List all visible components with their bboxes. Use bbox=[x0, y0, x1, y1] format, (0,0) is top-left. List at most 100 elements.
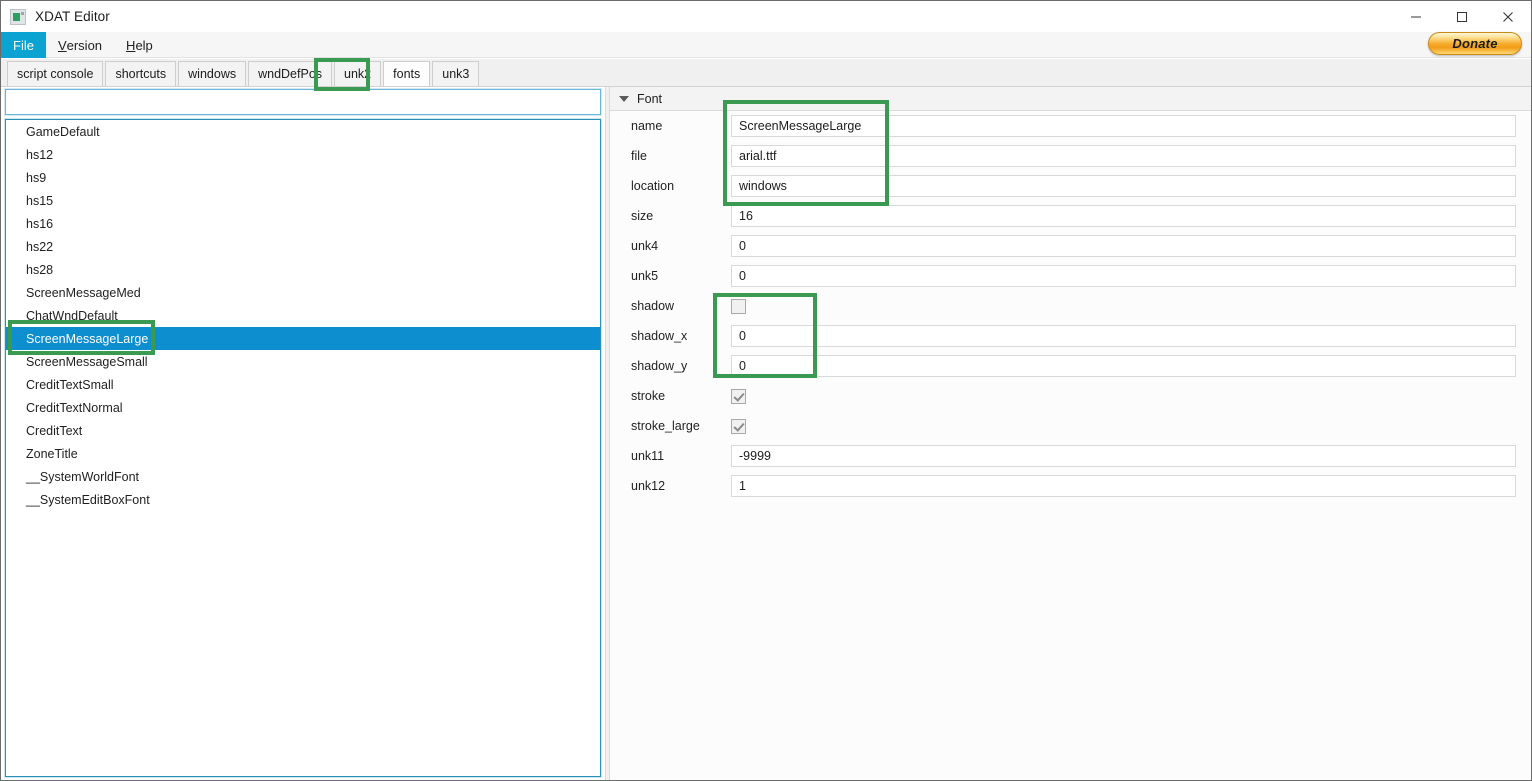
list-item[interactable]: __SystemWorldFont bbox=[6, 465, 600, 488]
font-list[interactable]: GameDefault hs12 hs9 hs15 hs16 hs22 hs28 Screen… bbox=[4, 118, 602, 778]
property-label: shadow bbox=[631, 299, 675, 313]
list-item[interactable]: ScreenMessageLarge bbox=[6, 327, 600, 350]
property-input[interactable]: 16 bbox=[731, 205, 1516, 227]
search-box[interactable] bbox=[4, 88, 602, 116]
window-title: XDAT Editor bbox=[35, 9, 110, 24]
property-row: shadow_x 0 bbox=[610, 321, 1531, 351]
tab-label: unk3 bbox=[442, 67, 470, 81]
search-input[interactable] bbox=[6, 90, 600, 114]
app-icon bbox=[10, 8, 26, 25]
property-group-header[interactable]: Font bbox=[610, 87, 1531, 111]
property-list: name ScreenMessageLarge file arial.ttf locat… bbox=[610, 111, 1531, 780]
list-item-label: CreditTextSmall bbox=[26, 377, 114, 392]
property-value: windows bbox=[739, 179, 787, 193]
property-row: unk11 -9999 bbox=[610, 441, 1531, 471]
property-label: size bbox=[631, 209, 654, 223]
property-row: unk4 0 bbox=[610, 231, 1531, 261]
list-item-label: ChatWndDefault bbox=[26, 308, 118, 323]
property-checkbox[interactable] bbox=[731, 388, 746, 404]
list-item-label: ScreenMessageSmall bbox=[26, 354, 148, 369]
property-value: 1 bbox=[739, 479, 746, 493]
title-bar: XDAT Editor bbox=[1, 1, 1531, 32]
property-value: ScreenMessageLarge bbox=[739, 119, 862, 133]
property-label: file bbox=[631, 149, 647, 163]
property-checkbox[interactable] bbox=[731, 298, 746, 314]
property-label: stroke_large bbox=[631, 419, 700, 433]
list-item[interactable]: CreditText bbox=[6, 419, 600, 442]
list-item[interactable]: hs22 bbox=[6, 235, 600, 258]
list-item-label: hs16 bbox=[26, 216, 54, 231]
list-item-label: ScreenMessageLarge bbox=[26, 331, 149, 346]
property-row: stroke_large bbox=[610, 411, 1531, 441]
list-item[interactable]: ZoneTitle bbox=[6, 442, 600, 465]
tab-strip: script console shortcuts windows wndDefPos u… bbox=[1, 59, 1531, 87]
list-item[interactable]: hs9 bbox=[6, 166, 600, 189]
property-input[interactable]: arial.ttf bbox=[731, 145, 1516, 167]
property-label: unk11 bbox=[631, 449, 665, 463]
tab-shortcuts[interactable]: shortcuts bbox=[105, 61, 177, 86]
list-item-label: CreditText bbox=[26, 423, 83, 438]
list-item-label: ScreenMessageMed bbox=[26, 285, 141, 300]
property-group-title: Font bbox=[637, 91, 663, 106]
property-row: name ScreenMessageLarge bbox=[610, 111, 1531, 141]
list-item[interactable]: ChatWndDefault bbox=[6, 304, 600, 327]
property-checkbox[interactable] bbox=[731, 418, 746, 434]
menu-bar: File Version Help bbox=[1, 32, 1531, 58]
property-value: 0 bbox=[739, 359, 746, 373]
menu-item-help-label: elp bbox=[135, 37, 153, 53]
property-input[interactable]: 0 bbox=[731, 235, 1516, 257]
property-value: 0 bbox=[739, 329, 746, 343]
list-item-label: __SystemEditBoxFont bbox=[26, 492, 150, 507]
property-row: unk5 0 bbox=[610, 261, 1531, 291]
minimize-icon[interactable] bbox=[1393, 1, 1439, 32]
tab-label: unk2 bbox=[344, 67, 372, 81]
tab-fonts[interactable]: fonts bbox=[383, 61, 431, 86]
property-input[interactable]: 0 bbox=[731, 325, 1516, 347]
property-value: 0 bbox=[739, 269, 746, 283]
tab-label: windows bbox=[188, 67, 237, 81]
list-item-label: __SystemWorldFont bbox=[26, 469, 140, 484]
property-input[interactable]: windows bbox=[731, 175, 1516, 197]
tab-label: script console bbox=[17, 67, 94, 81]
menu-item-version-mnemonic: V bbox=[57, 37, 67, 53]
property-label: unk12 bbox=[631, 479, 666, 493]
property-label: shadow_x bbox=[631, 329, 688, 343]
property-input[interactable]: -9999 bbox=[731, 445, 1516, 467]
list-item[interactable]: CreditTextSmall bbox=[6, 373, 600, 396]
list-item[interactable]: ScreenMessageSmall bbox=[6, 350, 600, 373]
list-item[interactable]: hs28 bbox=[6, 258, 600, 281]
property-value: -9999 bbox=[739, 449, 771, 463]
list-item[interactable]: hs12 bbox=[6, 143, 600, 166]
property-row: shadow bbox=[610, 291, 1531, 321]
tab-script-console[interactable]: script console bbox=[7, 61, 104, 86]
menu-item-help-mnemonic: H bbox=[126, 37, 136, 53]
menu-item-version[interactable]: Version bbox=[46, 32, 114, 58]
property-input[interactable]: ScreenMessageLarge bbox=[731, 115, 1516, 137]
maximize-icon[interactable] bbox=[1439, 1, 1485, 32]
close-icon[interactable] bbox=[1485, 1, 1531, 32]
property-value: 16 bbox=[739, 209, 753, 223]
list-item-label: hs15 bbox=[26, 193, 54, 208]
property-value: arial.ttf bbox=[739, 149, 777, 163]
property-input[interactable]: 0 bbox=[731, 355, 1516, 377]
list-item[interactable]: GameDefault bbox=[6, 120, 600, 143]
property-input[interactable]: 1 bbox=[731, 475, 1516, 497]
application-window: XDAT Editor File Version Help Donate scr… bbox=[0, 0, 1532, 781]
menu-item-file[interactable]: File bbox=[1, 32, 46, 58]
tab-windows[interactable]: windows bbox=[178, 61, 247, 86]
list-item[interactable]: CreditTextNormal bbox=[6, 396, 600, 419]
tab-unk3[interactable]: unk3 bbox=[432, 61, 480, 86]
chevron-down-icon[interactable] bbox=[619, 95, 629, 102]
menu-item-help[interactable]: Help bbox=[114, 32, 165, 58]
property-input[interactable]: 0 bbox=[731, 265, 1516, 287]
property-label: location bbox=[631, 179, 675, 193]
property-value: 0 bbox=[739, 239, 746, 253]
tab-unk2[interactable]: unk2 bbox=[334, 61, 382, 86]
tab-wnddefpos[interactable]: wndDefPos bbox=[248, 61, 333, 86]
list-item[interactable]: __SystemEditBoxFont bbox=[6, 488, 600, 511]
list-item[interactable]: hs15 bbox=[6, 189, 600, 212]
property-label: stroke bbox=[631, 389, 666, 403]
list-item[interactable]: hs16 bbox=[6, 212, 600, 235]
donate-button[interactable]: Donate bbox=[1428, 32, 1522, 55]
list-item[interactable]: ScreenMessageMed bbox=[6, 281, 600, 304]
